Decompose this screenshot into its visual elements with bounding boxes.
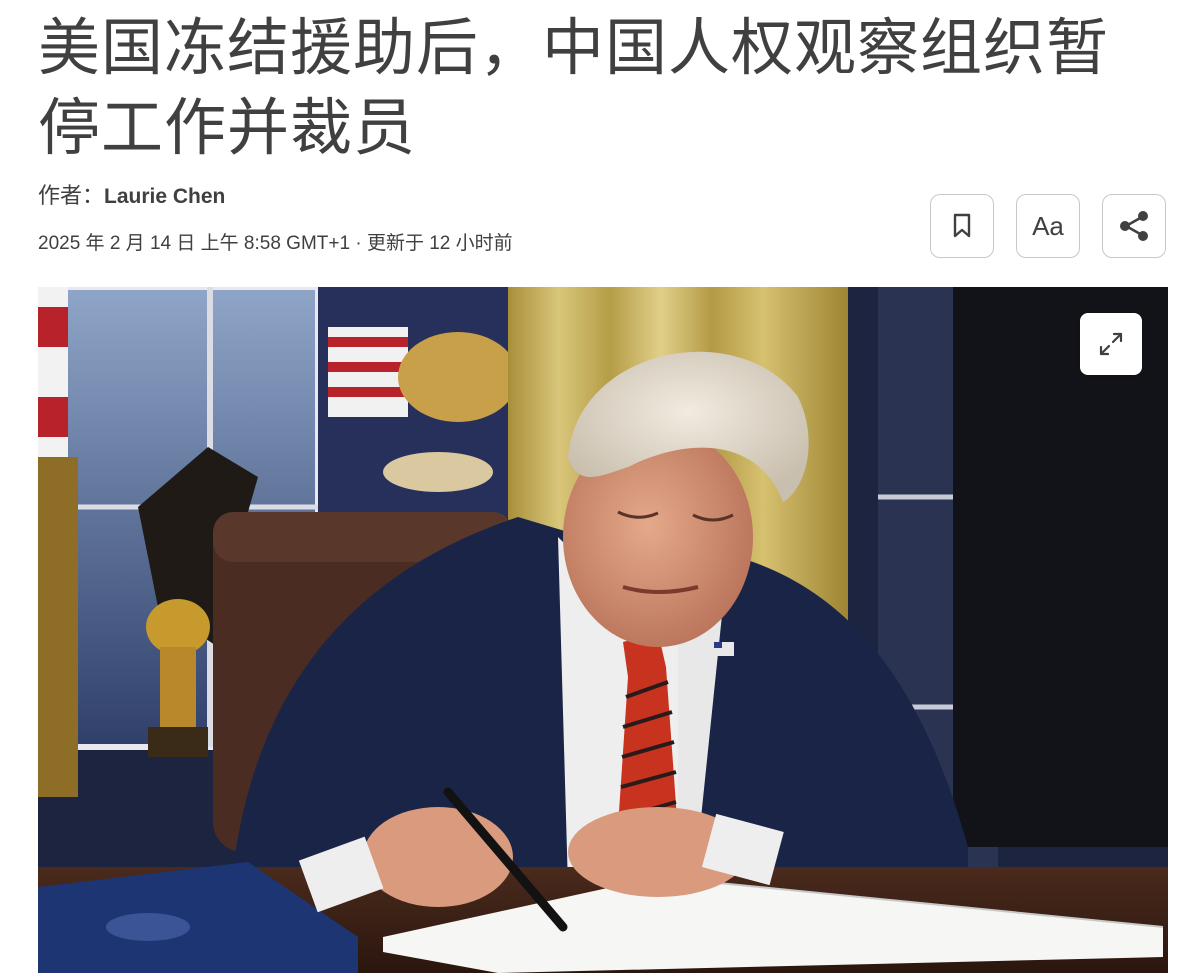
article-headline: 美国冻结援助后，中国人权观察组织暂停工作并裁员 xyxy=(38,11,1110,164)
expand-icon xyxy=(1099,332,1123,356)
article-photo[interactable] xyxy=(38,287,1168,973)
bookmark-icon xyxy=(953,213,971,238)
share-button[interactable] xyxy=(1102,194,1166,258)
byline-prefix: 作者： xyxy=(38,184,105,209)
font-size-button[interactable]: Aa xyxy=(1016,194,1080,258)
photo-illustration xyxy=(38,287,1168,973)
author-link[interactable]: Laurie Chen xyxy=(104,185,225,208)
expand-photo-button[interactable] xyxy=(1080,313,1142,375)
font-size-label: Aa xyxy=(1032,210,1064,241)
byline: 作者：Laurie Chen xyxy=(38,182,225,212)
article-dateline: 2025 年 2 月 14 日 上午 8:58 GMT+1 · 更新于 12 小… xyxy=(38,233,513,254)
share-icon xyxy=(1120,211,1148,241)
bookmark-button[interactable] xyxy=(930,194,994,258)
